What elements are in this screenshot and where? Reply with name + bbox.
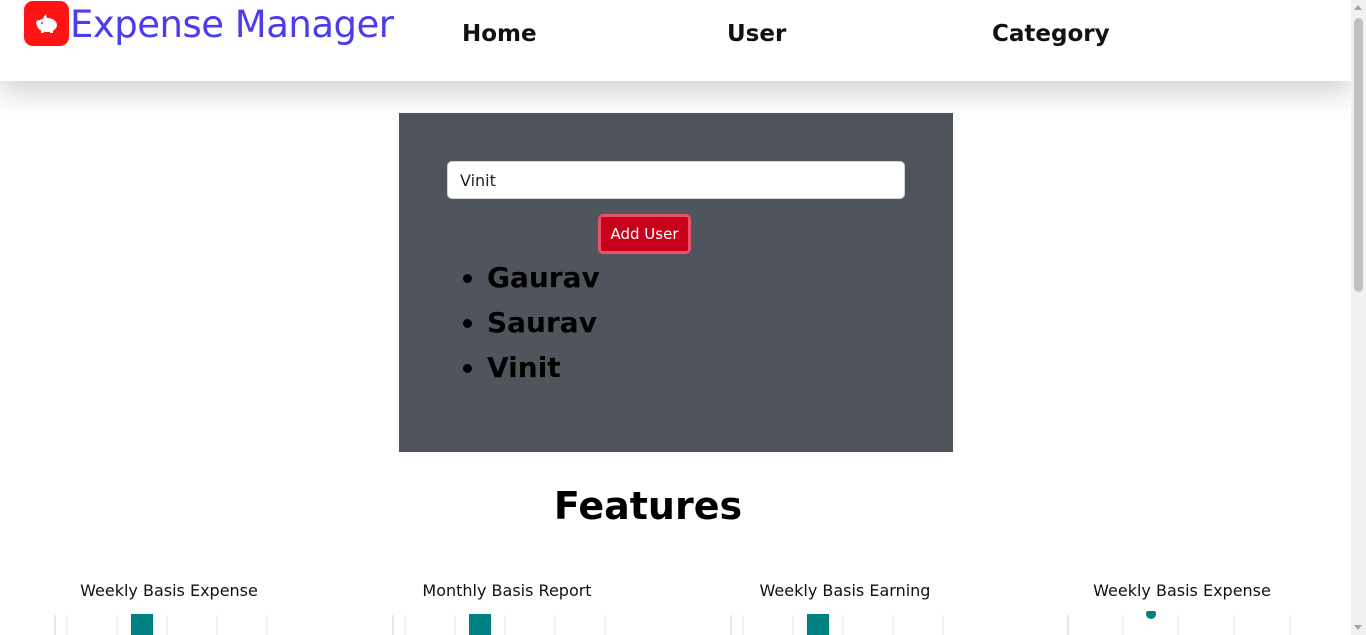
feature-card-monthly-report: Monthly Basis Report <box>337 581 677 635</box>
user-name-input[interactable] <box>447 161 905 199</box>
feature-title: Monthly Basis Report <box>422 581 592 600</box>
feature-card-weekly-expense: Weekly Basis Expense <box>0 581 339 635</box>
user-list: Gaurav Saurav Vinit <box>487 255 600 390</box>
scroll-down-icon[interactable] <box>1354 625 1362 630</box>
nav-category[interactable]: Category <box>992 21 1110 47</box>
features-title: Features <box>553 484 743 528</box>
feature-title: Weekly Basis Expense <box>80 581 258 600</box>
chart-point <box>1146 611 1156 619</box>
scroll-up-icon[interactable] <box>1354 5 1362 10</box>
chart-bar <box>469 614 491 635</box>
piggy-bank-icon <box>35 13 57 33</box>
add-user-button[interactable]: Add User <box>598 214 691 254</box>
user-panel: Add User Gaurav Saurav Vinit <box>399 113 953 452</box>
feature-chart-monthly-report <box>392 614 606 635</box>
feature-card-weekly-earning: Weekly Basis Earning <box>675 581 1015 635</box>
scroll-thumb[interactable] <box>1354 18 1363 292</box>
page-scrollbar[interactable] <box>1351 0 1366 635</box>
feature-title: Weekly Basis Expense <box>1093 581 1271 600</box>
logo[interactable] <box>24 1 69 46</box>
user-list-item: Saurav <box>487 300 600 345</box>
user-list-item: Gaurav <box>487 255 600 300</box>
nav-user[interactable]: User <box>727 21 786 47</box>
feature-title: Weekly Basis Earning <box>759 581 931 600</box>
navbar: Expense Manager Home User Category <box>0 0 1351 81</box>
feature-chart-weekly-earning <box>730 614 944 635</box>
feature-chart-weekly-expense <box>54 614 268 635</box>
brand-title[interactable]: Expense Manager <box>70 3 394 46</box>
feature-card-weekly-expense-2: Weekly Basis Expense <box>1012 581 1352 635</box>
nav-home[interactable]: Home <box>462 21 537 47</box>
feature-chart-weekly-expense-2 <box>1067 611 1291 635</box>
user-list-item: Vinit <box>487 345 600 390</box>
chart-bar <box>807 614 829 635</box>
chart-bar <box>131 614 153 635</box>
